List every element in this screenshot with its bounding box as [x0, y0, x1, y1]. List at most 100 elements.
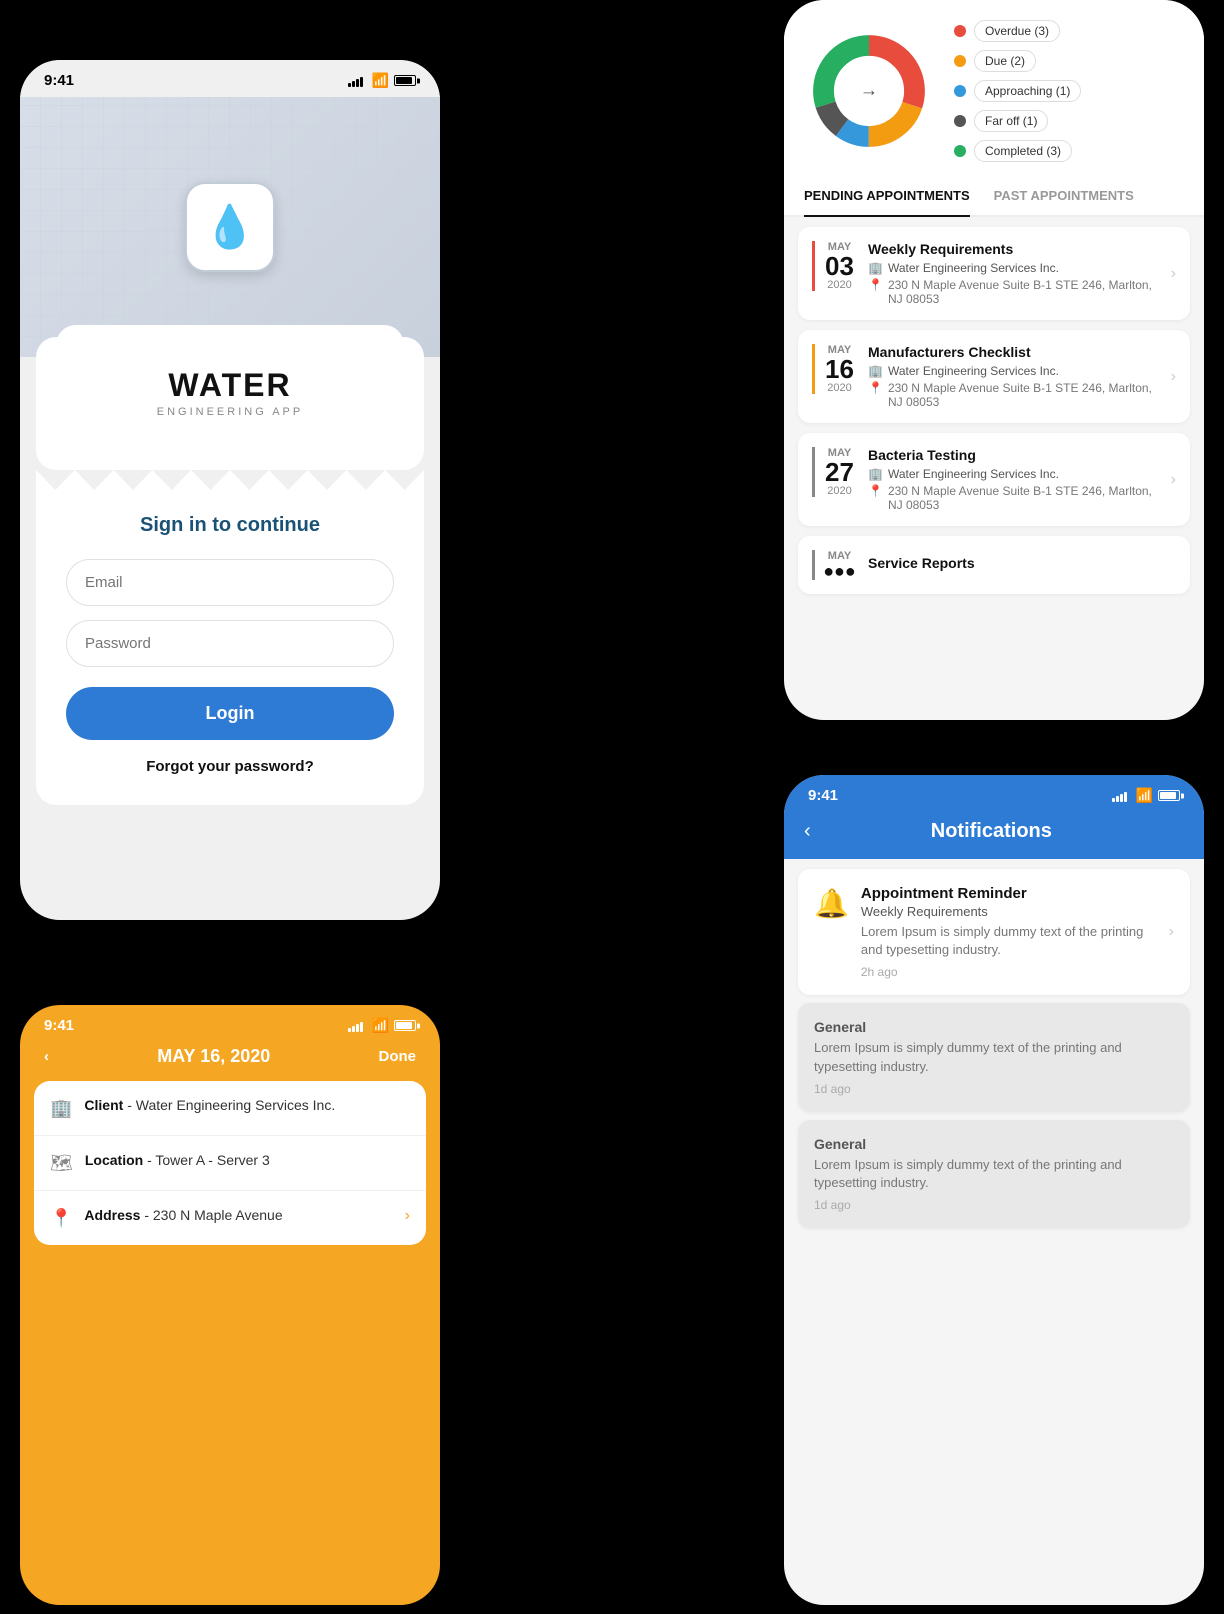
legend-overdue: Overdue (3): [954, 20, 1184, 42]
notif-card-2[interactable]: General Lorem Ipsum is simply dummy text…: [798, 1003, 1190, 1111]
appt-day-4: ●●●: [823, 562, 856, 580]
appt-year-2: 2020: [827, 382, 851, 394]
tab-pending[interactable]: PENDING APPOINTMENTS: [804, 176, 970, 217]
appt-title-1: Weekly Requirements: [868, 241, 1159, 257]
appt-year-1: 2020: [827, 279, 851, 291]
appt-day-3: 27: [825, 459, 854, 485]
login-background: 💧: [20, 97, 440, 357]
appointment-card-1[interactable]: MAY 03 2020 Weekly Requirements 🏢 Water …: [798, 227, 1190, 320]
appointments-list: MAY 03 2020 Weekly Requirements 🏢 Water …: [784, 217, 1204, 614]
notif-screen-title: Notifications: [819, 820, 1164, 843]
appointment-card-2[interactable]: MAY 16 2020 Manufacturers Checklist 🏢 Wa…: [798, 330, 1190, 423]
forgot-password-link[interactable]: Forgot your password?: [66, 758, 394, 775]
notif-body-3: Lorem Ipsum is simply dummy text of the …: [814, 1156, 1174, 1192]
detail-row-arrow: ›: [405, 1207, 410, 1225]
appointment-card-3[interactable]: MAY 27 2020 Bacteria Testing 🏢 Water Eng…: [798, 433, 1190, 526]
date-col-2: MAY 16 2020: [812, 344, 856, 394]
legend-faroff: Far off (1): [954, 110, 1184, 132]
detail-battery-icon: [394, 1020, 416, 1031]
approaching-dot: [954, 85, 966, 97]
date-col-1: MAY 03 2020: [812, 241, 856, 291]
app-subtitle: ENGINEERING APP: [66, 406, 394, 418]
legend-completed: Completed (3): [954, 140, 1184, 162]
building-icon-1: 🏢: [868, 261, 883, 275]
notif-time: 9:41: [808, 787, 838, 804]
notifications-screen: 9:41 📶 ‹ Notifications 🔔 Appointment Rem…: [784, 775, 1204, 1605]
notif-body-1: Lorem Ipsum is simply dummy text of the …: [861, 923, 1157, 959]
appt-company-2: 🏢 Water Engineering Services Inc.: [868, 364, 1159, 378]
appt-company-3: 🏢 Water Engineering Services Inc.: [868, 467, 1159, 481]
completed-dot: [954, 145, 966, 157]
building-icon: 🏢: [50, 1098, 72, 1119]
notif-battery-icon: [1158, 790, 1180, 801]
appt-address-3: 📍 230 N Maple Avenue Suite B-1 STE 246, …: [868, 484, 1159, 512]
notif-time-3: 1d ago: [814, 1198, 1174, 1212]
appt-title-3: Bacteria Testing: [868, 447, 1159, 463]
completed-label: Completed (3): [974, 140, 1072, 162]
approaching-label: Approaching (1): [974, 80, 1081, 102]
appt-info-2: Manufacturers Checklist 🏢 Water Engineer…: [868, 344, 1159, 409]
legend-due: Due (2): [954, 50, 1184, 72]
building-icon-3: 🏢: [868, 467, 883, 481]
appt-info-1: Weekly Requirements 🏢 Water Engineering …: [868, 241, 1159, 306]
address-pin-icon: 📍: [50, 1208, 72, 1229]
signal-icon: [348, 75, 363, 87]
notif-sub-1: Weekly Requirements: [861, 904, 1157, 919]
zigzag-divider: [36, 470, 424, 490]
detail-location-text: Location - Tower A - Server 3: [85, 1152, 270, 1168]
notif-title-2: General: [814, 1019, 1174, 1035]
login-screen: 9:41 📶 💧 WATER ENGINEERING APP Sign in t…: [20, 60, 440, 920]
notif-arrow-1: ›: [1169, 923, 1174, 941]
pin-icon-3: 📍: [868, 484, 883, 498]
notif-time-2: 1d ago: [814, 1082, 1174, 1096]
notif-back-button[interactable]: ‹: [804, 820, 811, 843]
password-input[interactable]: [66, 620, 394, 667]
date-col-4: MAY ●●●: [812, 550, 856, 580]
notif-content-3: General Lorem Ipsum is simply dummy text…: [814, 1136, 1174, 1212]
legend-approaching: Approaching (1): [954, 80, 1184, 102]
app-title: WATER: [66, 367, 394, 404]
map-icon: 🗺: [50, 1153, 73, 1174]
login-status-icons: 📶: [348, 72, 416, 89]
detail-back-button[interactable]: ‹: [44, 1048, 49, 1065]
detail-status-icons: 📶: [348, 1017, 416, 1034]
login-form: Sign in to continue Login Forgot your pa…: [36, 490, 424, 805]
login-card: WATER ENGINEERING APP: [36, 337, 424, 470]
tab-past[interactable]: PAST APPOINTMENTS: [994, 176, 1134, 217]
appt-year-3: 2020: [827, 485, 851, 497]
notif-card-3[interactable]: General Lorem Ipsum is simply dummy text…: [798, 1120, 1190, 1228]
faroff-label: Far off (1): [974, 110, 1048, 132]
notif-content-2: General Lorem Ipsum is simply dummy text…: [814, 1019, 1174, 1095]
detail-date-title: MAY 16, 2020: [157, 1046, 270, 1067]
login-button[interactable]: Login: [66, 687, 394, 740]
detail-address-text: Address - 230 N Maple Avenue: [84, 1207, 282, 1223]
appointment-card-4[interactable]: MAY ●●● Service Reports: [798, 536, 1190, 594]
login-time: 9:41: [44, 72, 74, 89]
tabs-row: PENDING APPOINTMENTS PAST APPOINTMENTS: [784, 176, 1204, 217]
donut-chart-svg: →: [804, 26, 934, 156]
donut-chart: →: [804, 26, 934, 156]
notif-card-1[interactable]: 🔔 Appointment Reminder Weekly Requiremen…: [798, 869, 1190, 995]
detail-client-text: Client - Water Engineering Services Inc.: [84, 1097, 335, 1113]
appt-info-4: Service Reports: [868, 555, 1176, 575]
due-dot: [954, 55, 966, 67]
appt-info-3: Bacteria Testing 🏢 Water Engineering Ser…: [868, 447, 1159, 512]
email-input[interactable]: [66, 559, 394, 606]
notif-content-1: Appointment Reminder Weekly Requirements…: [861, 885, 1157, 979]
detail-row-client: 🏢 Client - Water Engineering Services In…: [34, 1081, 426, 1136]
date-col-3: MAY 27 2020: [812, 447, 856, 497]
appt-day-1: 03: [825, 253, 854, 279]
overdue-dot: [954, 25, 966, 37]
due-label: Due (2): [974, 50, 1036, 72]
appointments-screen: → Overdue (3) Due (2) Approaching (1) Fa…: [784, 0, 1204, 720]
battery-icon: [394, 75, 416, 86]
detail-time: 9:41: [44, 1017, 74, 1034]
appt-company-1: 🏢 Water Engineering Services Inc.: [868, 261, 1159, 275]
appt-day-2: 16: [825, 356, 854, 382]
detail-done-button[interactable]: Done: [379, 1048, 417, 1065]
appt-arrow-3: ›: [1171, 471, 1176, 489]
chart-legend: Overdue (3) Due (2) Approaching (1) Far …: [954, 20, 1184, 162]
notif-time-1: 2h ago: [861, 965, 1157, 979]
notif-status-icons: 📶: [1112, 787, 1180, 804]
appt-arrow-2: ›: [1171, 368, 1176, 386]
